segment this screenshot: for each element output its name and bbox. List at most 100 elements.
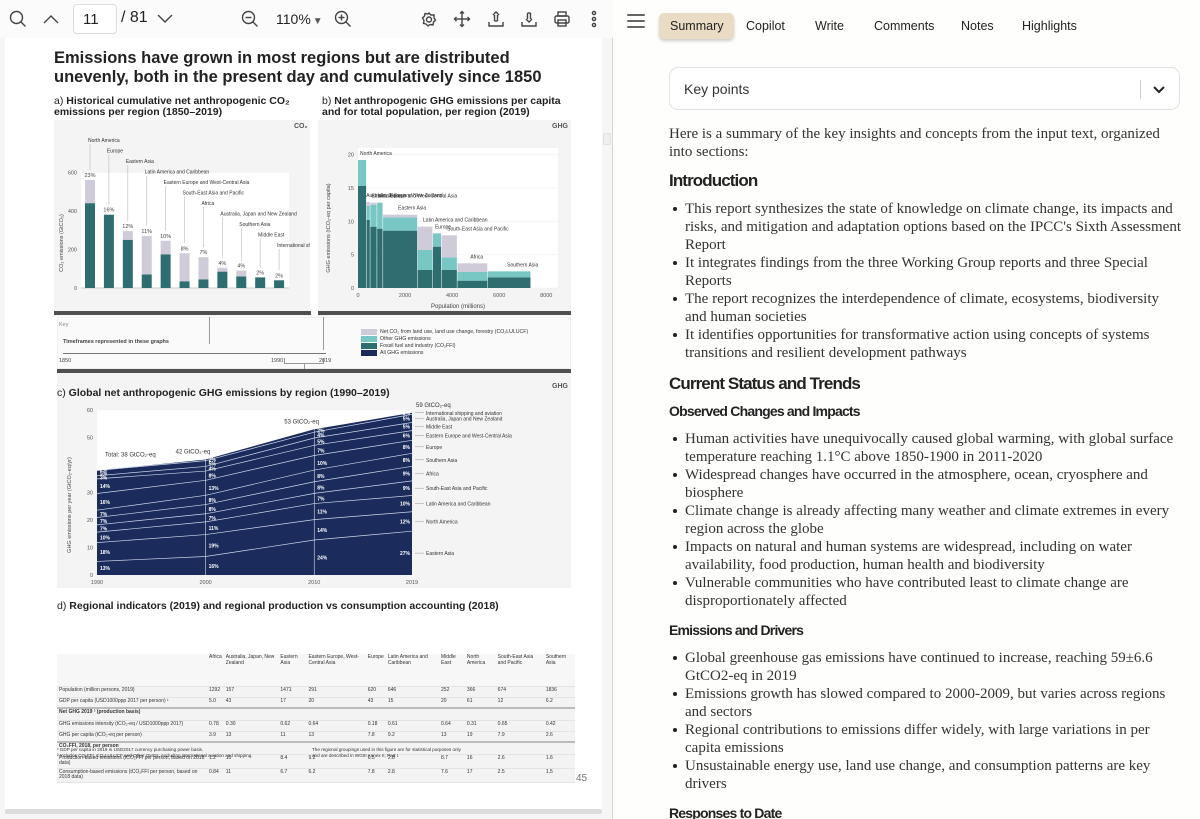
section-heading: Introduction xyxy=(669,171,1184,191)
pdf-scroll-area[interactable]: Emissions have grown in most regions but… xyxy=(0,38,613,819)
table-cell: 12 xyxy=(496,697,544,708)
bar-ffi xyxy=(383,231,417,288)
zoom-in-button[interactable] xyxy=(332,6,354,32)
zoom-out-button[interactable] xyxy=(239,6,261,32)
percent-label: 7% xyxy=(199,250,207,256)
timeline-2019: 2019 xyxy=(319,358,331,364)
bullet-list: Global greenhouse gas emissions have con… xyxy=(669,649,1184,793)
download-button[interactable] xyxy=(518,6,540,32)
table-cell: 43 xyxy=(366,697,386,708)
legend-swatch xyxy=(361,336,377,342)
horizontal-scrollbar[interactable] xyxy=(5,809,602,814)
tab-comments[interactable]: Comments xyxy=(863,13,945,39)
more-options-button[interactable] xyxy=(586,6,602,32)
pan-button[interactable] xyxy=(451,6,473,32)
series-label: Europe xyxy=(426,445,442,451)
table-cell: 6.2 xyxy=(544,697,575,708)
list-item: Vulnerable communities who have contribu… xyxy=(669,574,1184,610)
section-heading: Responses to Date xyxy=(669,805,1184,819)
table-cell: 19 xyxy=(465,731,496,742)
share-label: 8% xyxy=(209,498,217,504)
column-header: Africa xyxy=(207,654,224,686)
y-tick-label: 30 xyxy=(87,491,93,497)
table-cell: 11 xyxy=(224,768,279,782)
tab-summary[interactable]: Summary xyxy=(659,13,734,39)
zoom-level-select[interactable]: 110%▼ xyxy=(276,11,323,27)
table-cell: 1836 xyxy=(544,686,575,697)
share-label: 7% xyxy=(100,526,108,532)
panel-b-bar xyxy=(318,311,571,315)
y-tick-label: 0 xyxy=(351,286,354,292)
bar-lulucf xyxy=(142,236,152,275)
y-tick-label: 10 xyxy=(348,219,354,225)
region-label: Latin America and Caribbean xyxy=(423,218,488,224)
share-label: 24% xyxy=(317,556,328,562)
table-cell: 620 xyxy=(366,686,386,697)
bar-lulucf xyxy=(370,203,376,205)
summary-type-select[interactable]: Key points xyxy=(669,67,1180,110)
bar-ffi xyxy=(255,277,265,288)
total-label: Total: 38 GtCO₂-eq xyxy=(105,453,156,459)
share-label: 16% xyxy=(209,564,220,570)
legend-entry: Net CO₂ from land use, land use change, … xyxy=(361,328,571,335)
tab-highlights[interactable]: Highlights xyxy=(1011,13,1088,39)
bar-other-ghg xyxy=(383,217,417,230)
list-item: Climate change is already affecting many… xyxy=(669,502,1184,538)
print-button[interactable] xyxy=(551,6,573,32)
section-label: Net GHG 2019 ² (production basis) xyxy=(57,708,575,720)
y-tick-label: 5 xyxy=(351,253,354,259)
menu-button[interactable] xyxy=(627,14,645,28)
table-cell: 674 xyxy=(496,686,544,697)
tab-copilot[interactable]: Copilot xyxy=(735,13,796,39)
y-tick-label: 600 xyxy=(68,170,77,176)
key-legend: Net CO₂ from land use, land use change, … xyxy=(361,328,571,356)
table-cell: 2.6 xyxy=(496,754,544,768)
previous-page-button[interactable] xyxy=(40,6,62,32)
percent-label: 2% xyxy=(256,270,264,276)
bar-ffi xyxy=(123,240,133,288)
legend-label: All GHG emissions xyxy=(380,350,424,356)
table-section-row: Net GHG 2019 ² (production basis) xyxy=(57,708,575,720)
upload-button[interactable] xyxy=(485,6,507,32)
bar-other-ghg xyxy=(433,233,441,246)
list-item: Human activities have unequivocally caus… xyxy=(669,430,1184,466)
total-label: 42 GtCO₂-eq xyxy=(176,450,211,456)
figure-title: Emissions have grown in most regions but… xyxy=(54,49,574,87)
table-cell: 1471 xyxy=(278,686,306,697)
search-button[interactable] xyxy=(6,6,30,32)
total-label: 59 GtCO₂-eq xyxy=(416,403,451,409)
share-label: 27% xyxy=(400,551,411,557)
table-cell: 0.62 xyxy=(278,720,306,731)
percent-label: 11% xyxy=(141,229,152,235)
tab-notes[interactable]: Notes xyxy=(950,13,1005,39)
tab-write[interactable]: Write xyxy=(804,13,855,39)
y-tick-label: 20 xyxy=(87,518,93,524)
table-cell: 13 xyxy=(224,731,279,742)
series-label: Australia, Japan and New Zealand xyxy=(426,416,503,422)
next-page-button[interactable] xyxy=(154,6,176,32)
share-label: 16% xyxy=(100,500,111,506)
table-cell: 0.61 xyxy=(386,720,439,731)
column-header: Latin America and Caribbean xyxy=(386,654,439,686)
table-cell: 61 xyxy=(465,697,496,708)
table-cell: 157 xyxy=(224,686,279,697)
table-cell: 0.84 xyxy=(207,768,224,782)
footnote-3: The regional groupings used in this figu… xyxy=(312,747,462,759)
page-number: 45 xyxy=(576,773,587,784)
table-cell: 13 xyxy=(306,731,365,742)
column-header: Eastern Asia xyxy=(278,654,306,686)
category-label: Southern Asia xyxy=(239,222,270,228)
bar-lulucf xyxy=(383,215,417,218)
page-number-input[interactable] xyxy=(73,4,117,34)
share-label: 2% xyxy=(317,429,325,435)
rotate-button[interactable] xyxy=(418,6,440,32)
share-label: 7% xyxy=(100,512,108,518)
percent-label: 16% xyxy=(103,208,114,214)
table-cell: 20 xyxy=(306,697,365,708)
vertical-scrollbar-thumb[interactable] xyxy=(603,133,611,145)
bar-other-ghg xyxy=(457,272,487,281)
table-row: Consumption-based emissions (tCO₂FFI per… xyxy=(57,768,575,782)
region-label: North America xyxy=(360,151,392,157)
share-label: 13% xyxy=(100,566,111,572)
share-label: 8% xyxy=(209,507,217,513)
